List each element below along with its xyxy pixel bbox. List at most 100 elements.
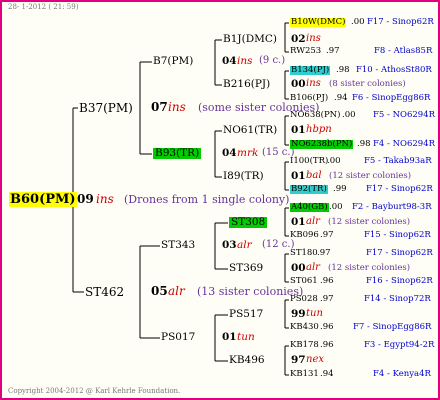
gen1-bottom-breeder: alr [168, 284, 185, 298]
gen3-name-2[interactable]: NO61(TR) [223, 125, 277, 136]
gen4-year-11: .96 [320, 276, 334, 286]
root-year: 09 [77, 192, 94, 206]
gen2-b-breeder: mrk [237, 147, 259, 159]
gen3-breeder-2: hbpn [306, 124, 332, 135]
gen4-ref-14: F3 - Egypt94-2R [364, 340, 435, 350]
gen3-year-5: 00 [291, 262, 306, 274]
gen4-ref-10: F17 - Sinop62R [366, 248, 433, 258]
gen1-top-name[interactable]: B37(PM) [79, 102, 133, 114]
gen3-breeder-5: alr [306, 262, 320, 273]
gen4-name-15[interactable]: KB131 [290, 370, 319, 379]
root-name[interactable]: B60(PM) [9, 192, 77, 207]
gen4-ref-0: F17 - Sinop62R [367, 17, 434, 27]
gen2-c-name[interactable]: ST343 [161, 240, 195, 251]
copyright: Copyright 2004-2012 @ Karl Kehrle Founda… [8, 387, 181, 395]
gen3-year-0: 02 [291, 33, 306, 45]
gen4-year-12: .97 [320, 294, 334, 304]
gen4-ref-6: F5 - Takab93aR [364, 156, 432, 166]
gen3-name-3[interactable]: I89(TR) [223, 171, 264, 182]
gen4-year-9: .97 [320, 230, 334, 240]
gen3-note-5: (12 sister colonies) [328, 263, 411, 273]
gen4-name-14[interactable]: KB178 [290, 341, 319, 350]
gen4-year-3: .94 [334, 93, 348, 103]
gen4-ref-8: F2 - Bayburt98-3R [352, 202, 432, 212]
gen2-d-breeder: tun [237, 331, 255, 343]
gen4-year-4: .00 [342, 110, 356, 120]
gen3-name-0[interactable]: B1J(DMC) [223, 34, 277, 45]
gen3-breeder-3: bal [306, 170, 322, 181]
gen2-a-year: 04 [222, 55, 237, 67]
gen2-a-breeder: ins [237, 55, 253, 67]
gen4-year-0: .00 [351, 17, 365, 27]
gen4-year-1: .97 [326, 46, 340, 56]
gen4-name-3[interactable]: B106(PJ) [290, 94, 328, 103]
gen4-name-5[interactable]: NO6238b(PN) [290, 140, 354, 149]
gen3-name-6[interactable]: PS517 [229, 309, 263, 320]
gen4-name-7[interactable]: B92(TR) [290, 185, 328, 194]
gen1-bottom-note: (13 sister colonies) [197, 285, 304, 298]
gen3-name-1[interactable]: B216(PJ) [223, 79, 270, 90]
gen3-name-7[interactable]: KB496 [229, 355, 265, 366]
gen4-ref-9: F15 - Sinop62R [364, 230, 431, 240]
gen2-b-name[interactable]: B93(TR) [153, 148, 202, 159]
gen1-top-breeder: ins [168, 100, 186, 114]
gen4-year-6: .00 [327, 156, 341, 166]
gen4-name-11[interactable]: ST061 [290, 277, 318, 286]
gen4-ref-12: F14 - Sinop72R [364, 294, 431, 304]
gen4-ref-4: F5 - NO6294R [373, 110, 436, 120]
gen4-name-12[interactable]: PS028 [290, 295, 318, 304]
gen4-year-8: .00 [329, 202, 343, 212]
date-line: 28- 1-2012 ( 21: 59) [8, 3, 79, 11]
gen4-ref-11: F16 - Sinop62R [366, 276, 433, 286]
gen4-name-10[interactable]: ST180 [290, 249, 318, 258]
gen4-year-2: .98 [336, 65, 350, 75]
gen4-ref-3: F6 - SinopEgg86R [352, 93, 431, 103]
gen2-a-note: (9 c.) [259, 55, 286, 66]
gen4-ref-7: F17 - Sinop62R [366, 184, 433, 194]
gen3-year-6: 99 [291, 308, 306, 320]
root-breeder: ins [96, 192, 114, 206]
gen4-name-2[interactable]: B134(PJ) [290, 66, 331, 75]
gen3-breeder-6: tun [306, 308, 323, 319]
gen3-year-7: 97 [291, 354, 306, 366]
gen2-d-name[interactable]: PS017 [161, 332, 195, 343]
gen4-name-9[interactable]: KB096 [290, 231, 319, 240]
gen3-note-1: (8 sister colonies) [329, 79, 406, 89]
gen4-ref-15: F4 - Kenya4R [373, 369, 431, 379]
gen3-name-4[interactable]: ST308 [229, 217, 268, 228]
gen3-breeder-4: alr [306, 216, 320, 227]
gen4-ref-1: F8 - Atlas85R [374, 46, 433, 56]
gen4-name-13[interactable]: KB430 [290, 323, 319, 332]
root-note: (Drones from 1 single colony) [124, 193, 290, 206]
gen3-breeder-7: nex [306, 354, 324, 365]
gen3-year-4: 01 [291, 216, 306, 228]
gen4-name-6[interactable]: I100(TR) [290, 157, 328, 166]
gen4-ref-13: F7 - SinopEgg86R [353, 322, 432, 332]
gen4-year-5: .98 [357, 139, 371, 149]
gen3-note-4: (12 sister colonies) [328, 217, 411, 227]
gen1-bottom-year: 05 [151, 284, 168, 298]
gen3-year-1: 00 [291, 78, 306, 90]
gen1-bottom-name[interactable]: ST462 [85, 286, 124, 298]
gen4-name-1[interactable]: RW253 [290, 47, 321, 56]
gen3-year-2: 01 [291, 124, 306, 136]
gen4-name-0[interactable]: B10W(DMC) [290, 18, 347, 27]
gen4-year-10: .97 [317, 248, 331, 258]
gen3-name-5[interactable]: ST369 [229, 263, 263, 274]
gen3-breeder-0: ins [306, 33, 321, 44]
gen2-d-year: 01 [222, 331, 237, 343]
gen4-year-13: .96 [320, 322, 334, 332]
gen3-note-3: (12 sister colonies) [329, 171, 412, 181]
gen2-a-name[interactable]: B7(PM) [153, 56, 193, 67]
gen2-c-year: 03 [222, 239, 237, 251]
gen3-breeder-1: ins [306, 78, 321, 89]
gen4-name-4[interactable]: NO638(PN) [290, 111, 340, 120]
gen3-year-3: 01 [291, 170, 306, 182]
gen4-year-7: .99 [333, 184, 347, 194]
gen2-b-year: 04 [222, 147, 237, 159]
gen4-name-8[interactable]: A40(GB) [290, 203, 329, 212]
gen4-ref-5: F4 - NO6294R [373, 139, 436, 149]
gen2-c-breeder: alr [237, 239, 252, 251]
gen1-top-year: 07 [151, 100, 168, 114]
gen4-ref-2: F10 - AthosSt80R [356, 65, 432, 75]
